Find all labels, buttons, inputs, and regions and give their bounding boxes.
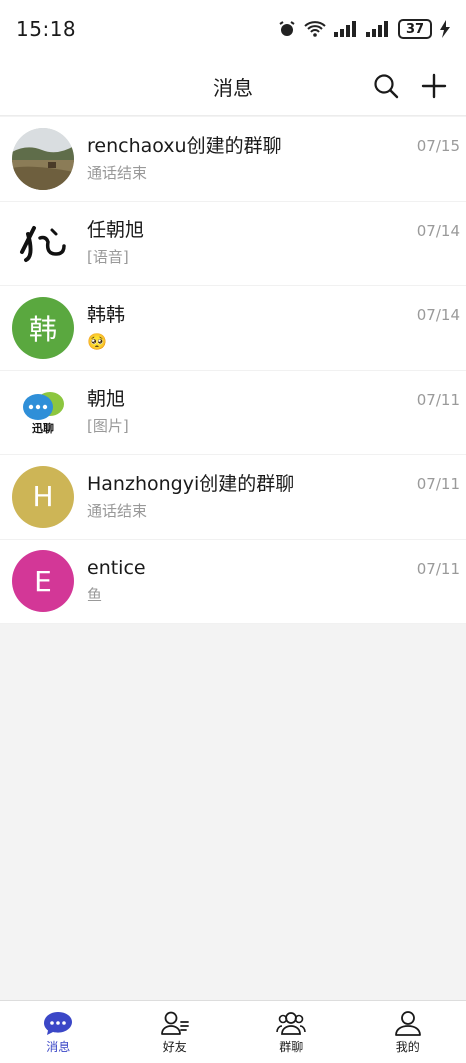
conversation-name: renchaoxu创建的群聊 xyxy=(87,134,282,157)
bottom-tab-bar: 消息 好友 群聊 我的 xyxy=(0,1000,466,1063)
tab-friends[interactable]: 好友 xyxy=(117,1001,234,1063)
conversation-name: entice xyxy=(87,557,146,580)
letter-avatar: 韩 xyxy=(12,296,74,359)
conversation-item[interactable]: 任朝旭 [语音] 07/14 xyxy=(0,202,466,286)
signal-icon xyxy=(366,21,388,37)
calligraphy-avatar xyxy=(12,212,74,275)
chat-bubble-icon xyxy=(44,1011,73,1035)
battery-icon: 37 xyxy=(398,19,432,39)
group-icon xyxy=(276,1011,307,1035)
calligraphy-icon xyxy=(20,226,66,263)
conversation-date: 07/14 xyxy=(416,306,460,324)
status-icons: 37 xyxy=(278,19,450,39)
conversation-preview: 鱼 xyxy=(87,586,103,605)
conversation-date: 07/11 xyxy=(416,559,460,578)
conversation-preview: 通话结束 xyxy=(87,501,148,520)
tab-groups[interactable]: 群聊 xyxy=(233,1001,350,1063)
logo-text: 迅聊 xyxy=(32,422,54,436)
status-time: 15:18 xyxy=(16,17,77,41)
conversation-date: 07/15 xyxy=(416,137,460,155)
contacts-icon xyxy=(160,1011,189,1035)
conversation-item[interactable]: E entice 鱼 07/11 xyxy=(0,540,466,624)
page-title: 消息 xyxy=(213,76,253,100)
charging-icon xyxy=(440,20,450,38)
conversation-preview: [图片] xyxy=(87,417,129,436)
letter-avatar: E xyxy=(12,550,74,613)
xunliao-logo-avatar: 迅聊 xyxy=(12,381,74,444)
search-button[interactable] xyxy=(370,68,402,104)
search-icon xyxy=(374,74,399,99)
conversation-preview: [语音] xyxy=(87,248,129,267)
conversation-date: 07/11 xyxy=(416,390,460,409)
status-bar: 15:18 37 xyxy=(0,0,466,58)
chat-logo-icon xyxy=(23,392,64,421)
letter-avatar: H xyxy=(12,465,74,528)
tab-label: 消息 xyxy=(46,1039,71,1054)
tab-label: 群聊 xyxy=(279,1039,304,1054)
signal-icon xyxy=(334,21,356,37)
top-app-bar: 消息 xyxy=(0,58,466,116)
plus-icon xyxy=(421,73,447,99)
group-avatar-photo xyxy=(12,127,74,190)
tab-me[interactable]: 我的 xyxy=(350,1001,466,1063)
alarm-icon xyxy=(279,21,295,36)
conversation-preview: 通话结束 xyxy=(87,163,148,182)
conversation-date: 07/14 xyxy=(416,221,460,240)
conversation-item[interactable]: H Hanzhongyi创建的群聊 通话结束 07/11 xyxy=(0,455,466,540)
landscape-photo-icon xyxy=(12,127,74,190)
tab-messages[interactable]: 消息 xyxy=(0,1001,117,1063)
conversation-list: renchaoxu创建的群聊 通话结束 07/15 任朝旭 [语音] 07/14… xyxy=(0,117,466,624)
conversation-preview: 🥺 xyxy=(87,331,107,351)
profile-icon xyxy=(394,1010,421,1036)
battery-level: 37 xyxy=(405,21,425,37)
conversation-name: Hanzhongyi创建的群聊 xyxy=(87,472,295,495)
conversation-date: 07/11 xyxy=(416,475,460,493)
tab-label: 我的 xyxy=(395,1039,420,1054)
tab-label: 好友 xyxy=(162,1039,187,1054)
wifi-icon xyxy=(304,21,326,37)
conversation-item[interactable]: 迅聊 朝旭 [图片] 07/11 xyxy=(0,371,466,455)
conversation-name: 韩韩 xyxy=(87,303,126,326)
conversation-item[interactable]: 韩 韩韩 🥺 07/14 xyxy=(0,286,466,371)
add-button[interactable] xyxy=(418,68,450,104)
conversation-name: 朝旭 xyxy=(87,388,126,411)
conversation-item[interactable]: renchaoxu创建的群聊 通话结束 07/15 xyxy=(0,117,466,202)
conversation-name: 任朝旭 xyxy=(87,219,145,242)
